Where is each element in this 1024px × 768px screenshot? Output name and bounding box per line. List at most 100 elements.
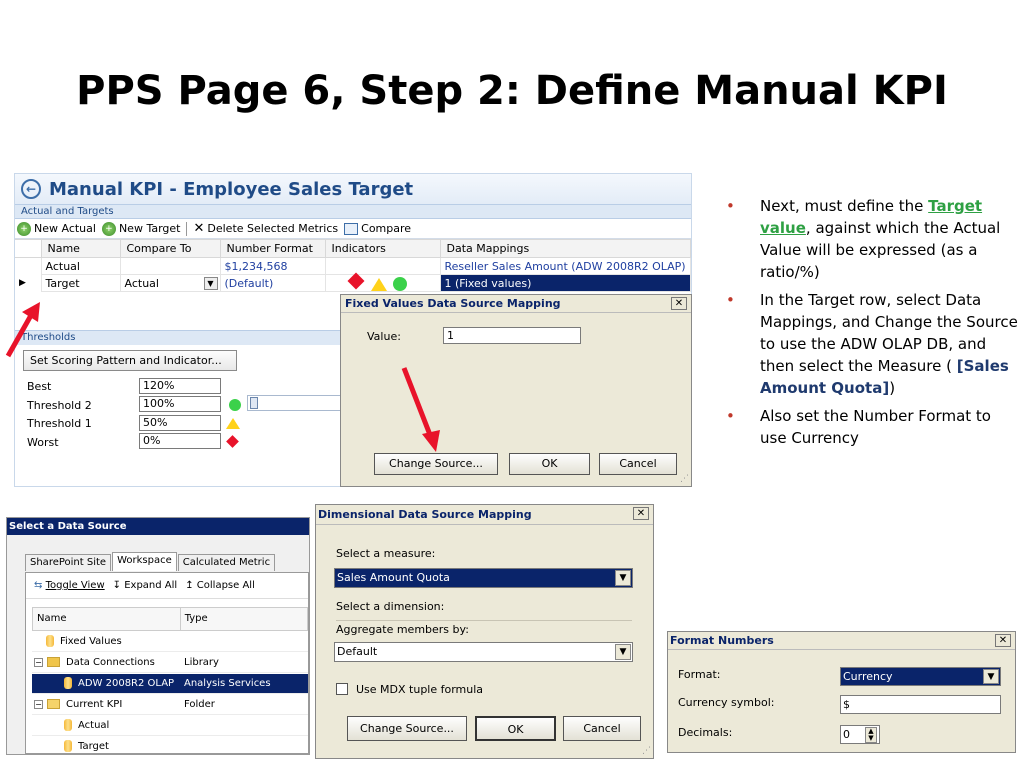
red-arrow-icon	[5, 302, 40, 358]
currency-label: Currency symbol:	[678, 696, 775, 709]
back-arrow-icon[interactable]: ←	[21, 179, 41, 199]
metric-row-actual[interactable]: Actual $1,234,568 Reseller Sales Amount …	[15, 257, 691, 275]
aggregate-select[interactable]: Default ▼	[334, 642, 633, 662]
collapse-all-button[interactable]: ↥ Collapse All	[185, 580, 255, 591]
close-icon[interactable]: ✕	[995, 634, 1011, 647]
cell-number-format[interactable]: (Default)	[219, 274, 326, 292]
bullet-dot-icon: •	[726, 197, 735, 215]
resize-grip-icon[interactable]: ⋰	[642, 746, 651, 756]
new-target-button[interactable]: + New Target	[101, 221, 181, 236]
expand-all-button[interactable]: ↧ Expand All	[113, 580, 178, 591]
format-label: Format:	[678, 668, 721, 681]
tab-sharepoint-site[interactable]: SharePoint Site	[25, 554, 112, 571]
cancel-button[interactable]: Cancel	[563, 716, 641, 741]
cancel-button[interactable]: Cancel	[599, 453, 677, 475]
metric-row-target[interactable]: ▶ Target Actual ▼ (Default) 1 (Fixed valu…	[15, 272, 691, 292]
tree-row-fixed-values[interactable]: Fixed Values	[32, 632, 308, 652]
close-icon[interactable]: ✕	[633, 507, 649, 520]
tab-workspace[interactable]: Workspace	[112, 552, 177, 571]
row-name: Fixed Values	[60, 636, 122, 647]
change-source-button[interactable]: Change Source...	[374, 453, 498, 475]
aggregate-label: Aggregate members by:	[336, 623, 469, 636]
cell-compare-to[interactable]: Actual ▼	[119, 274, 221, 292]
compare-button[interactable]: Compare	[344, 222, 411, 235]
fixed-values-dialog: Fixed Values Data Source Mapping ✕ Value…	[340, 294, 692, 487]
threshold-label: Worst	[27, 436, 59, 449]
row-type: Analysis Services	[184, 678, 271, 689]
new-target-label: New Target	[118, 222, 181, 235]
resize-grip-icon[interactable]: ⋰	[680, 474, 689, 484]
row-name: Target	[78, 741, 109, 752]
decimals-spinner-icon[interactable]: ▲ ▼	[865, 727, 877, 743]
col-compare-to[interactable]: Compare To	[119, 239, 221, 258]
mdx-label: Use MDX tuple formula	[356, 683, 484, 696]
currency-symbol-input[interactable]: $	[840, 695, 1001, 714]
cell-indicators[interactable]	[324, 272, 441, 292]
folder-icon	[47, 699, 60, 709]
mdx-checkbox[interactable]	[336, 683, 348, 695]
measure-select[interactable]: Sales Amount Quota ▼	[334, 568, 633, 588]
col-number-format[interactable]: Number Format	[219, 239, 326, 258]
tree-row-target[interactable]: Target	[32, 737, 308, 754]
toolbar-separator	[186, 221, 188, 236]
value-label: Value:	[367, 330, 401, 343]
bullet-item: • Next, must define the Target value, ag…	[722, 195, 1018, 283]
tree-row-data-connections[interactable]: − Data Connections Library	[32, 653, 308, 673]
threshold-2-input[interactable]: 100%	[139, 396, 221, 412]
slider-handle[interactable]	[250, 397, 258, 409]
expand-all-label: Expand All	[124, 580, 178, 591]
cell-indicators[interactable]	[324, 257, 441, 275]
cell-number-format[interactable]: $1,234,568	[219, 257, 326, 275]
dropdown-arrow-icon[interactable]: ▼	[615, 570, 631, 586]
cell-name[interactable]: Target	[40, 274, 121, 292]
threshold-best-input[interactable]: 120%	[139, 378, 221, 394]
set-scoring-pattern-button[interactable]: Set Scoring Pattern and Indicator...	[23, 350, 237, 371]
threshold-label: Threshold 1	[27, 417, 92, 430]
collapse-all-label: Collapse All	[196, 580, 255, 591]
threshold-worst-input[interactable]: 0%	[139, 433, 221, 449]
dimensional-mapping-dialog: Dimensional Data Source Mapping ✕ Select…	[315, 504, 654, 759]
ok-button[interactable]: OK	[509, 453, 590, 475]
cell-data-mapping[interactable]: Reseller Sales Amount (ADW 2008R2 OLAP)	[439, 257, 691, 275]
tree-row-actual[interactable]: Actual	[32, 716, 308, 736]
actual-targets-section: Actual and Targets	[15, 204, 691, 219]
cell-data-mapping[interactable]: 1 (Fixed values)	[439, 274, 691, 292]
ok-button[interactable]: OK	[475, 716, 556, 741]
collapse-all-icon: ↥	[185, 580, 194, 591]
change-source-button[interactable]: Change Source...	[347, 716, 467, 741]
select-data-source-window: Select a Data Source SharePoint Site Wor…	[6, 517, 310, 755]
bullet-item: • In the Target row, select Data Mapping…	[722, 289, 1018, 399]
tree-row-current-kpi[interactable]: − Current KPI Folder	[32, 695, 308, 715]
threshold-1-input[interactable]: 50%	[139, 415, 221, 431]
delete-metrics-button[interactable]: ✕ Delete Selected Metrics	[193, 221, 338, 236]
col-name[interactable]: Name	[40, 239, 121, 258]
col-name[interactable]: Name	[33, 608, 181, 630]
collapse-toggle-icon[interactable]: −	[34, 657, 43, 667]
col-indicators[interactable]: Indicators	[324, 239, 441, 258]
metrics-table: Name Compare To Number Format Indicators…	[15, 239, 691, 292]
col-data-mappings[interactable]: Data Mappings	[439, 239, 691, 258]
cell-name[interactable]: Actual	[40, 257, 121, 275]
tab-calculated-metric[interactable]: Calculated Metric	[177, 554, 276, 571]
threshold-slider[interactable]	[247, 395, 347, 411]
collapse-toggle-icon[interactable]: −	[34, 699, 43, 709]
dropdown-arrow-icon[interactable]: ▼	[983, 669, 999, 684]
threshold-label: Threshold 2	[27, 399, 92, 412]
row-selector-current-icon[interactable]: ▶	[15, 275, 41, 292]
close-icon[interactable]: ✕	[671, 297, 687, 310]
tree-row-adw-olap[interactable]: ADW 2008R2 OLAP Analysis Services	[32, 674, 308, 694]
col-type[interactable]: Type	[181, 608, 307, 630]
new-actual-button[interactable]: + New Actual	[17, 221, 96, 236]
format-numbers-title-bar: Format Numbers ✕	[668, 632, 1015, 650]
dropdown-arrow-icon[interactable]: ▼	[615, 644, 631, 660]
bullet-text: )	[889, 379, 896, 397]
dialog-title: Dimensional Data Source Mapping	[318, 508, 532, 521]
expand-all-icon: ↧	[112, 580, 122, 591]
dropdown-arrow-icon[interactable]: ▼	[203, 276, 218, 290]
slide-title: PPS Page 6, Step 2: Define Manual KPI	[76, 68, 948, 114]
row-selector[interactable]	[15, 258, 41, 275]
cell-compare-to[interactable]	[119, 257, 221, 275]
value-input[interactable]: 1	[443, 327, 581, 344]
format-select[interactable]: Currency ▼	[840, 667, 1001, 686]
toggle-view-button[interactable]: ⇆ Toggle View	[34, 580, 105, 591]
